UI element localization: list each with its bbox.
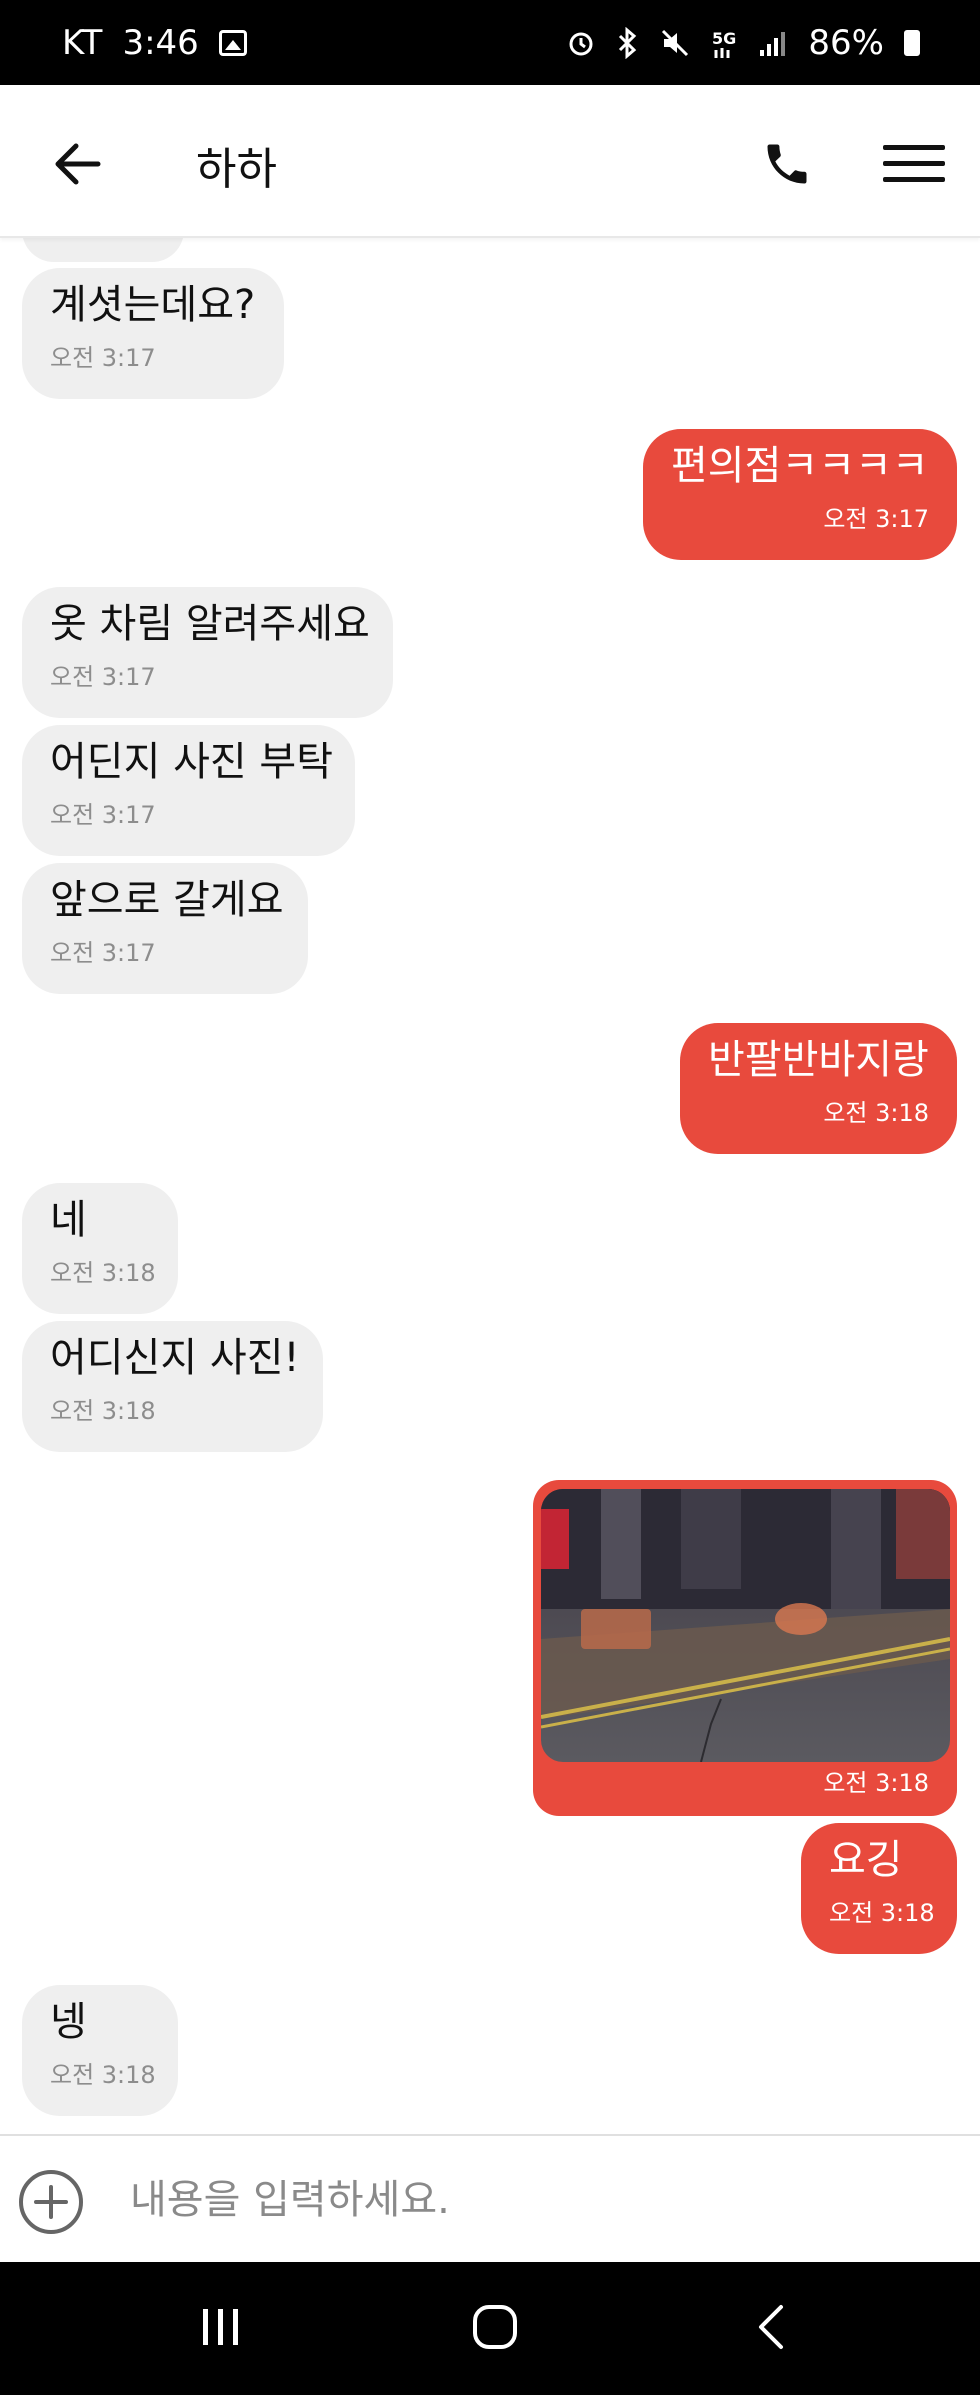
message-time: 오전 3:17 [50,344,156,372]
system-nav-bar [0,2262,980,2395]
plus-circle-icon [19,2170,83,2234]
message-text: 요깅 [829,1837,903,1883]
add-attachment-button[interactable] [18,2169,84,2235]
phone-icon [767,144,807,184]
menu-button[interactable] [876,129,952,199]
message-text: 앞으로 갈게요 [50,877,284,923]
battery-icon [904,29,920,56]
arrow-left-icon [55,143,101,185]
chat-header: 하하 [0,85,980,238]
message-bubble-incoming: 옷 차림 알려주세요 오전 3:17 [22,587,393,718]
alarm-icon [569,32,593,55]
message-time: 오전 3:17 [50,663,156,691]
message-input[interactable] [130,2160,950,2240]
status-bar: KT 3:46 5G 86% [0,0,980,85]
message-text: 반팔반바지랑 [708,1037,929,1083]
message-time: 오전 3:18 [50,2061,156,2089]
message-text: 옷 차림 알려주세요 [50,601,370,647]
bluetooth-icon [619,26,637,59]
message-text: 네 [50,1197,87,1243]
hamburger-menu-icon [883,145,945,182]
message-bubble-incoming-partial [22,238,184,262]
gallery-icon [218,29,247,56]
message-time: 오전 3:17 [50,939,156,967]
message-bubble-outgoing: 반팔반바지랑 오전 3:18 [680,1023,957,1154]
message-text: 어딘지 사진 부탁 [50,739,334,785]
chat-title: 하하 [196,144,277,195]
back-button[interactable] [42,129,112,199]
clock: 3:46 [122,22,199,63]
message-text: 어디신지 사진! [50,1335,300,1381]
battery-percent: 86% [808,22,884,63]
message-time: 오전 3:18 [823,1769,929,1797]
home-icon [473,2305,517,2349]
message-list[interactable]: 계셧는데요? 오전 3:17 편의점ㅋㅋㅋㅋ 오전 3:17 옷 차림 알려주세… [0,238,980,2134]
message-time: 오전 3:18 [829,1899,935,1927]
message-time: 오전 3:17 [50,801,156,829]
mute-icon [662,29,689,56]
street-photo-image [541,1489,950,1762]
back-icon [759,2305,783,2349]
message-bubble-outgoing: 요깅 오전 3:18 [801,1823,957,1954]
message-time: 오전 3:17 [823,505,929,533]
recent-apps-icon [203,2309,238,2345]
recent-apps-button[interactable] [176,2292,266,2362]
message-time: 오전 3:18 [50,1397,156,1425]
svg-text:5G: 5G [712,29,736,48]
back-nav-button[interactable] [726,2292,816,2362]
message-input-bar [0,2134,980,2262]
photo-thumbnail[interactable] [541,1489,950,1762]
5g-icon: 5G [712,29,737,58]
message-bubble-incoming: 어딘지 사진 부탁 오전 3:17 [22,725,355,856]
message-bubble-incoming: 계셧는데요? 오전 3:17 [22,268,284,399]
message-time: 오전 3:18 [50,1259,156,1287]
signal-icon [760,31,786,56]
message-bubble-incoming: 앞으로 갈게요 오전 3:17 [22,863,308,994]
home-button[interactable] [450,2292,540,2362]
message-text: 계셧는데요? [50,282,256,328]
message-time: 오전 3:18 [823,1099,929,1127]
message-bubble-incoming: 네 오전 3:18 [22,1183,178,1314]
message-bubble-incoming: 어디신지 사진! 오전 3:18 [22,1321,323,1452]
message-bubble-incoming: 넹 오전 3:18 [22,1985,178,2116]
message-bubble-outgoing: 편의점ㅋㅋㅋㅋ 오전 3:17 [643,429,957,560]
message-text: 편의점ㅋㅋㅋㅋ [671,443,929,489]
call-button[interactable] [752,129,822,199]
carrier-label: KT [62,22,103,63]
message-text: 넹 [50,1999,87,2045]
